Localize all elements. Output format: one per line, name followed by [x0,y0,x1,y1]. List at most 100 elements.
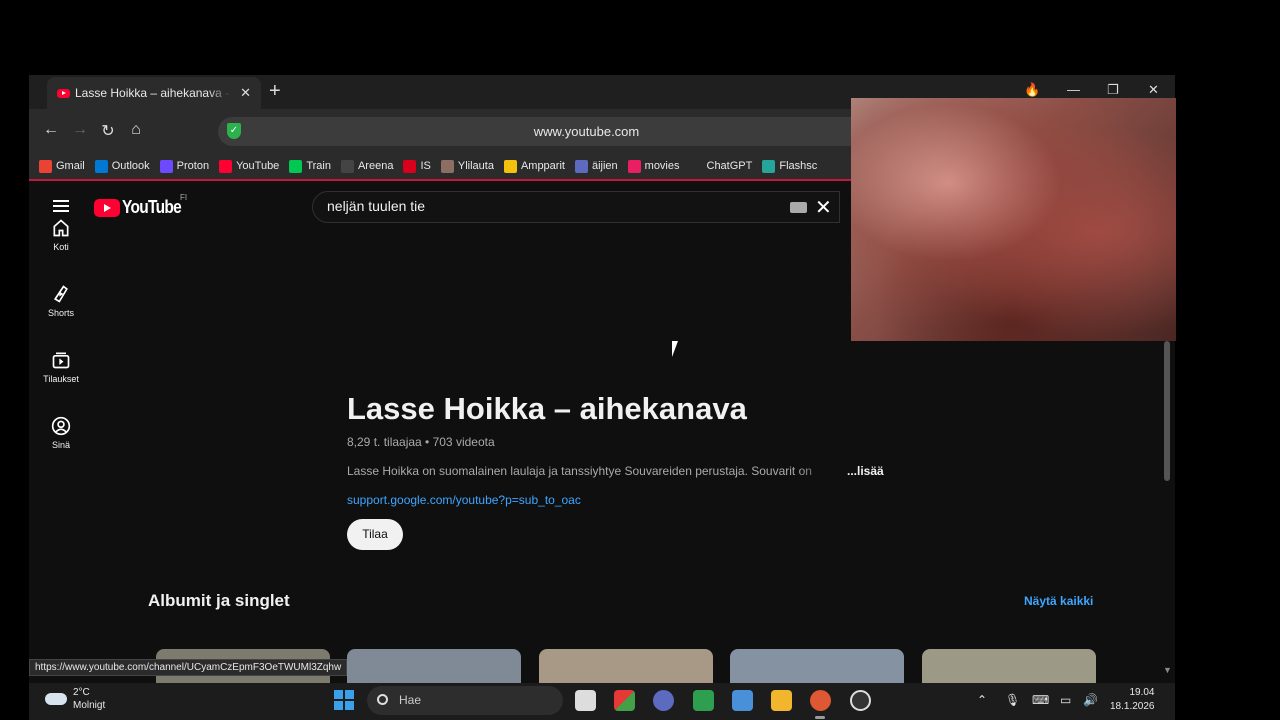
flashscore-icon [762,159,776,173]
flame-icon[interactable]: 🔥 [1024,82,1040,98]
menu-icon[interactable] [53,200,69,212]
bookmark-label: movies [644,160,680,172]
status-bar-url: https://www.youtube.com/channel/UCyamCzE… [29,659,348,676]
you-icon [51,416,71,436]
bookmark-item[interactable]: ChatGPT [689,159,752,173]
see-all-link[interactable]: Näytä kaikki [1024,594,1093,608]
album-thumbnail[interactable] [922,649,1096,683]
section-title: Albumit ja singlet [148,591,290,610]
browser-tab[interactable]: Lasse Hoikka – aihekanava - YouTube ✕ [47,77,261,109]
heart-icon [627,159,641,173]
calculator-icon[interactable] [732,690,753,711]
restore-icon[interactable]: ❐ [1107,82,1119,98]
scroll-down-icon[interactable]: ▼ [1163,665,1172,675]
clock-time: 19.04 [1129,687,1155,698]
bookmark-item[interactable]: Ylilauta [440,159,494,173]
search-input[interactable] [327,198,747,214]
sidebar-item-shorts[interactable]: Shorts [29,284,93,318]
youtube-logo-text: YouTube [122,197,182,217]
bookmark-item[interactable]: Gmail [39,159,85,173]
keyboard-icon[interactable]: ⌨ [1032,693,1049,707]
ylilauta-icon [440,159,454,173]
close-window-icon[interactable]: ✕ [1148,82,1159,98]
sidebar-item-home[interactable]: Koti [29,218,93,252]
active-app-indicator [815,716,825,719]
sidebar-item-label: Koti [53,242,69,252]
sidebar-item-label: Sinä [51,440,70,450]
bookmark-item[interactable]: Proton [159,159,210,173]
forward-icon[interactable]: → [70,121,90,139]
home-icon [53,219,69,237]
sidebar-item-subscriptions[interactable]: Tilaukset [29,350,93,384]
clock[interactable]: 19.04 18.1.2026 [1110,686,1155,714]
office-icon[interactable] [614,690,635,711]
outlook-icon [94,159,108,173]
tab-close-icon[interactable]: ✕ [240,85,251,101]
volume-icon[interactable]: 🔊 [1083,693,1098,707]
bookmark-item[interactable]: Ampparit [503,159,565,173]
bookmark-item[interactable]: YouTube [219,159,280,173]
scrollbar-thumb[interactable] [1164,341,1170,481]
bookmark-item[interactable]: äijien [574,159,618,173]
file-explorer-icon[interactable] [771,690,792,711]
bookmark-label: Ampparit [520,160,565,172]
aijien-icon [574,159,588,173]
app-circle-icon[interactable] [653,690,674,711]
home-icon[interactable]: ⌂ [126,121,146,139]
youtube-favicon-icon [57,88,70,98]
album-thumbnail[interactable] [730,649,904,683]
channel-link[interactable]: support.google.com/youtube?p=sub_to_oac [347,493,581,507]
weather-widget[interactable]: 2°C Molnigt [45,686,105,712]
taskbar-search[interactable]: Hae [367,686,563,715]
channel-meta: 8,29 t. tilaajaa • 703 videota [347,435,495,449]
bookmark-item[interactable]: Train [289,159,331,173]
youtube-logo[interactable]: YouTube FI [94,193,191,218]
taskbar-search-placeholder: Hae [399,693,422,707]
more-link[interactable]: ...lisää [847,464,884,478]
bookmark-item[interactable]: Outlook [94,159,150,173]
proton-icon [159,159,173,173]
subscribe-button[interactable]: Tilaa [347,519,403,550]
chevron-up-icon[interactable]: ⌃ [977,693,987,707]
country-code: FI [180,193,188,202]
areena-icon [340,159,354,173]
search-box[interactable]: ✕ [312,191,840,223]
bookmark-label: Train [306,160,331,172]
webcam-overlay [851,98,1176,341]
bookmark-item[interactable]: Areena [340,159,393,173]
bookmark-item[interactable]: Flashsc [762,159,818,173]
reload-icon[interactable]: ↻ [98,121,118,141]
back-icon[interactable]: ← [41,121,61,139]
bookmark-item[interactable]: movies [627,159,680,173]
gmail-icon [39,159,52,173]
duckduckgo-icon[interactable] [810,690,831,711]
channel-title: Lasse Hoikka – aihekanava [347,391,747,426]
new-tab-icon[interactable]: + [269,80,281,102]
album-thumbnail[interactable] [539,649,713,683]
task-view-icon[interactable] [575,690,596,711]
bookmark-label: Gmail [56,160,85,172]
weather-temp: 2°C [73,687,90,698]
stats-app-icon[interactable] [693,690,714,711]
keyboard-icon[interactable] [790,202,807,213]
bookmark-item[interactable]: IS [403,159,431,173]
channel-description[interactable]: Lasse Hoikka on suomalainen laulaja ja t… [347,464,837,478]
url-text[interactable]: www.youtube.com [218,124,955,139]
bookmark-label: äijien [591,160,618,172]
youtube-icon [219,159,233,173]
bookmark-label: YouTube [236,160,280,172]
microphone-icon[interactable]: 🎙 [1005,693,1020,707]
bookmark-label: Flashsc [779,160,818,172]
youtube-logo-icon [94,198,120,217]
sidebar-item-you[interactable]: Sinä [29,416,93,450]
bookmark-label: Proton [176,160,210,172]
sidebar-item-label: Tilaukset [43,374,79,384]
start-icon[interactable] [334,690,354,710]
minimize-icon[interactable]: — [1067,82,1080,97]
bookmark-label: Outlook [111,160,150,172]
album-thumbnail[interactable] [347,649,521,683]
subscriptions-icon [52,352,70,369]
clear-search-icon[interactable]: ✕ [815,195,832,220]
settings-icon[interactable] [850,690,871,711]
network-icon[interactable]: ▭ [1060,693,1071,707]
